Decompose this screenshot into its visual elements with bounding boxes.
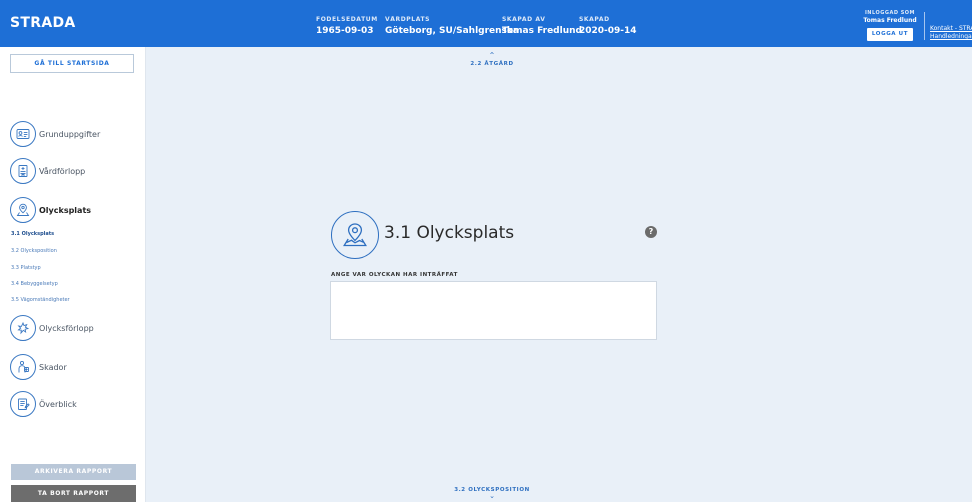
sidebar-item-vardforlopp[interactable]: Vårdförlopp [10,158,85,184]
subnav-item-olycksposition[interactable]: 3.2 Olycksposition [11,248,57,254]
accident-location-label: ANGE VAR OLYCKAN HAR INTRÄFFAT [331,272,458,278]
sidebar-item-label: Vårdförlopp [39,166,86,176]
map-pin-icon [10,197,36,223]
top-header: STRADA FÖDELSEDATUM 1965-09-03 VÅRDPLATS… [0,0,972,47]
accident-location-input[interactable] [330,281,657,340]
sidebar-item-grunduppgifter[interactable]: Grunduppgifter [10,121,100,147]
contact-link[interactable]: Kontakt - STRADA [930,25,972,33]
manuals-link[interactable]: Handledningar [930,33,972,41]
section-title: 3.1 Olycksplats [384,223,515,243]
subnav-item-platstyp[interactable]: 3.3 Platstyp [11,265,41,271]
sidebar-item-olycksplats[interactable]: Olycksplats [10,197,91,223]
header-links: Kontakt - STRADA Handledningar [930,25,972,41]
previous-section-link[interactable]: ⌃ 2.2 ÅTGÄRD [452,51,532,68]
login-user: Tomas Fredlund [863,17,917,24]
subnav-item-olycksplats[interactable]: 3.1 Olycksplats [11,231,54,237]
header-careplace: VÅRDPLATS Göteborg, SU/Sahlgrenska [385,16,519,36]
subnav-item-vagomstandigheter[interactable]: 3.5 Vägomständigheter [11,297,70,303]
login-panel: INLOGGAD SOM Tomas Fredlund LOGGA UT [860,10,920,41]
sidebar-item-label: Skador [39,362,67,372]
header-created-label: SKAPAD [579,16,610,23]
sidebar-item-label: Olycksplats [39,205,92,215]
overview-icon [10,391,36,417]
header-careplace-value: Göteborg, SU/Sahlgrenska [385,26,519,36]
go-to-start-button[interactable]: GÅ TILL STARTSIDA [10,54,134,73]
login-label: INLOGGAD SOM [864,10,916,16]
help-icon[interactable]: ? [645,226,657,238]
header-birthdate-value: 1965-09-03 [316,26,374,36]
crash-icon [10,315,36,341]
archive-report-button[interactable]: ARKIVERA RAPPORT [11,464,136,480]
hospital-icon [10,158,36,184]
sidebar: GÅ TILL STARTSIDA Grunduppgifter Vårdför… [0,47,146,502]
map-pin-icon [331,211,379,259]
header-created: SKAPAD 2020-09-14 [579,16,637,36]
id-card-icon [10,121,36,147]
header-divider [924,12,925,40]
subnav-item-bebyggelsetyp[interactable]: 3.4 Bebyggelsetyp [11,281,58,287]
header-careplace-label: VÅRDPLATS [385,16,431,23]
previous-section-label: 2.2 ÅTGÄRD [470,61,514,67]
chevron-down-icon: ⌄ [489,492,495,500]
next-section-link[interactable]: 3.2 OLYCKSPOSITION ⌄ [445,487,539,500]
logout-button[interactable]: LOGGA UT [867,28,913,41]
sidebar-item-overblick[interactable]: Överblick [10,391,77,417]
sidebar-item-skador[interactable]: Skador [10,354,67,380]
injury-icon [10,354,36,380]
header-created-by-label: SKAPAD AV [502,16,546,23]
app-brand[interactable]: STRADA [10,15,76,31]
delete-report-button[interactable]: TA BORT RAPPORT [11,485,136,502]
chevron-up-icon: ⌃ [488,51,496,60]
sidebar-item-label: Grunduppgifter [39,129,101,139]
header-created-by: SKAPAD AV Tomas Fredlund [502,16,582,36]
header-birthdate-label: FÖDELSEDATUM [316,16,378,23]
sidebar-item-label: Olycksförlopp [39,323,94,333]
sidebar-item-olycksforlopp[interactable]: Olycksförlopp [10,315,94,341]
header-created-value: 2020-09-14 [579,26,637,36]
header-birthdate: FÖDELSEDATUM 1965-09-03 [316,16,378,36]
sidebar-item-label: Överblick [39,399,77,409]
header-created-by-value: Tomas Fredlund [502,26,582,36]
